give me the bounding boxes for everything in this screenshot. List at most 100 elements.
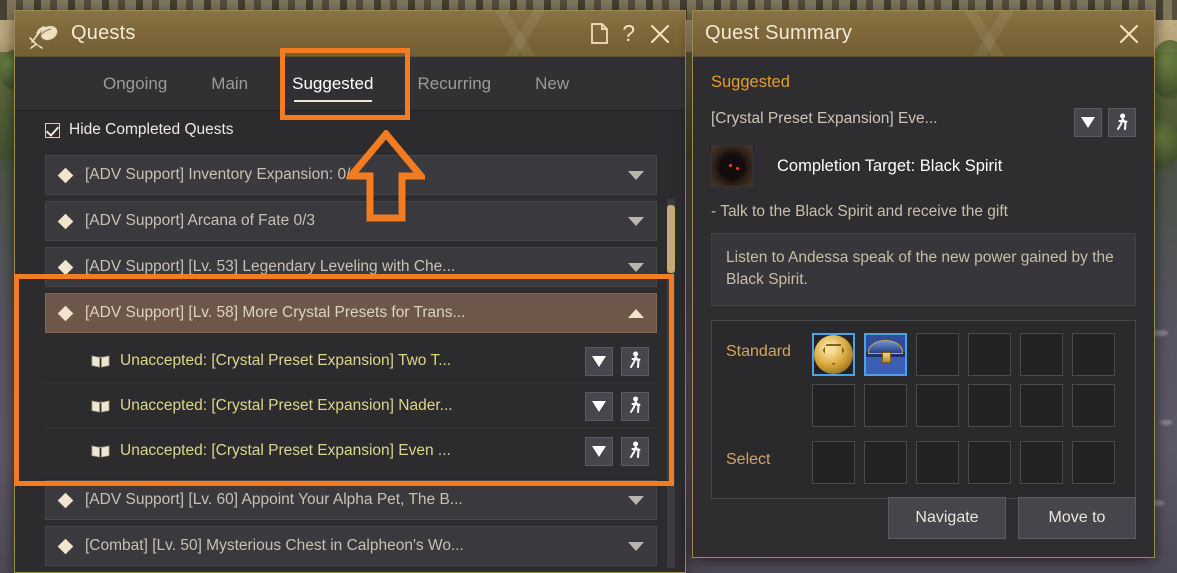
tab-new[interactable]: New — [513, 57, 591, 110]
tab-ongoing[interactable]: Ongoing — [81, 57, 189, 110]
book-icon — [91, 444, 110, 458]
book-icon — [91, 399, 110, 413]
move-to-quest-button[interactable] — [1108, 108, 1136, 137]
select-reward-row-1 — [812, 440, 1115, 484]
summary-quest-name: [Crystal Preset Expansion] Eve... — [711, 110, 938, 127]
chevron-down-icon[interactable] — [628, 541, 644, 551]
standard-rewards-group: Standard — [726, 332, 1121, 427]
tab-suggested[interactable]: Suggested — [270, 57, 395, 110]
walking-person-icon — [629, 441, 640, 458]
accept-quest-button[interactable] — [585, 436, 613, 466]
chevron-down-icon[interactable] — [628, 170, 644, 180]
quest-list: [ADV Support] Inventory Expansion: 0/3 [… — [15, 155, 685, 572]
summary-quest-actions — [1074, 108, 1136, 137]
quest-row[interactable]: [ADV Support] Inventory Expansion: 0/3 — [45, 155, 657, 195]
chevron-down-icon[interactable] — [628, 216, 644, 226]
chevron-up-icon[interactable] — [628, 308, 644, 318]
select-rewards-label: Select — [726, 450, 771, 468]
hide-completed-quests-toggle[interactable]: Hide Completed Quests — [15, 111, 685, 149]
sub-quest-row[interactable]: Unaccepted: [Crystal Preset Expansion] T… — [45, 339, 657, 384]
accept-quest-button[interactable] — [585, 391, 613, 421]
reward-slot-empty[interactable] — [968, 383, 1011, 427]
quests-tabs: Ongoing Main Suggested Recurring New — [15, 57, 685, 111]
reward-slot-empty[interactable] — [812, 383, 855, 427]
summary-titlebar: Quest Summary — [693, 11, 1154, 57]
quest-row-expanded[interactable]: [ADV Support] [Lv. 58] More Crystal Pres… — [45, 293, 657, 333]
quest-title: [Combat] [Lv. 50] Mysterious Chest in Ca… — [85, 537, 464, 554]
accept-quest-button[interactable] — [585, 346, 613, 376]
sub-quest-row[interactable]: Unaccepted: [Crystal Preset Expansion] E… — [45, 429, 657, 474]
quest-title: [ADV Support] Inventory Expansion: 0/3 — [85, 166, 359, 183]
quest-diamond-icon — [57, 259, 74, 275]
close-icon[interactable] — [1118, 23, 1140, 45]
quests-window: Quests ? Ongoing Main Suggested Recurrin… — [14, 10, 686, 573]
reward-slot-empty[interactable] — [1020, 383, 1063, 427]
help-icon[interactable]: ? — [622, 22, 635, 45]
accept-quest-button[interactable] — [1074, 108, 1102, 137]
close-icon[interactable] — [649, 23, 671, 45]
standard-reward-slots — [812, 332, 1115, 427]
move-to-button[interactable]: Move to — [1018, 497, 1136, 539]
reward-slot-empty[interactable] — [812, 440, 855, 484]
quests-titlebar-actions: ? — [591, 22, 671, 45]
summary-body: Suggested [Crystal Preset Expansion] Eve… — [693, 57, 1154, 557]
walking-person-icon — [629, 351, 640, 368]
quest-diamond-icon — [57, 213, 74, 229]
reward-slot-treasure-chest[interactable] — [864, 332, 907, 376]
rewards-divider — [726, 427, 1121, 441]
reward-slot-empty[interactable] — [864, 383, 907, 427]
page-icon[interactable] — [591, 23, 609, 44]
gold-coin-icon — [814, 334, 853, 374]
quest-objective: - Talk to the Black Spirit and receive t… — [711, 203, 1008, 220]
chevron-down-icon[interactable] — [628, 495, 644, 505]
sub-quest-title: Unaccepted: [Crystal Preset Expansion] E… — [120, 442, 451, 459]
walking-person-icon — [1116, 113, 1127, 130]
reward-slot-empty[interactable] — [864, 440, 907, 484]
tab-recurring[interactable]: Recurring — [395, 57, 513, 110]
reward-slot-empty[interactable] — [916, 383, 959, 427]
walking-person-icon — [629, 396, 640, 413]
chevron-down-icon[interactable] — [628, 262, 644, 272]
quest-diamond-icon — [57, 167, 74, 183]
move-to-quest-button[interactable] — [621, 391, 649, 421]
quest-diamond-icon — [57, 538, 74, 554]
navigate-button[interactable]: Navigate — [888, 497, 1006, 539]
reward-slot-empty[interactable] — [1072, 440, 1115, 484]
quest-row[interactable]: [ADV Support] [Lv. 60] Appoint Your Alph… — [45, 480, 657, 520]
select-reward-slots — [812, 440, 1115, 484]
reward-slot-empty[interactable] — [968, 332, 1011, 376]
reward-slot-gold-coin[interactable] — [812, 332, 855, 376]
summary-footer: Navigate Move to — [693, 491, 1154, 557]
quest-title: [ADV Support] [Lv. 60] Appoint Your Alph… — [85, 491, 463, 508]
reward-slot-empty[interactable] — [1072, 332, 1115, 376]
treasure-chest-icon — [866, 334, 905, 374]
sub-quest-row[interactable]: Unaccepted: [Crystal Preset Expansion] N… — [45, 384, 657, 429]
reward-slot-empty[interactable] — [1020, 440, 1063, 484]
reward-slot-empty[interactable] — [1020, 332, 1063, 376]
quest-row[interactable]: [ADV Support] [Lv. 53] Legendary Levelin… — [45, 247, 657, 287]
quest-title: [ADV Support] [Lv. 53] Legendary Levelin… — [85, 258, 456, 275]
chevron-down-icon — [592, 355, 606, 367]
summary-title: Quest Summary — [705, 22, 853, 44]
quest-title: [ADV Support] Arcana of Fate 0/3 — [85, 212, 316, 229]
move-to-quest-button[interactable] — [621, 346, 649, 376]
summary-titlebar-actions — [1118, 23, 1140, 45]
quests-list-area: Hide Completed Quests [ADV Support] Inve… — [15, 111, 685, 572]
reward-slot-empty[interactable] — [916, 332, 959, 376]
reward-slot-empty[interactable] — [1072, 383, 1115, 427]
tab-main[interactable]: Main — [189, 57, 270, 110]
hide-completed-label: Hide Completed Quests — [69, 121, 234, 138]
move-to-quest-button[interactable] — [621, 436, 649, 466]
hide-completed-checkbox[interactable] — [45, 122, 60, 138]
quest-list-scrollbar[interactable] — [667, 199, 675, 568]
quest-diamond-icon — [57, 305, 74, 321]
quest-row[interactable]: [ADV Support] Arcana of Fate 0/3 — [45, 201, 657, 241]
reward-slot-empty[interactable] — [916, 440, 959, 484]
completion-target-row: Completion Target: Black Spirit — [711, 145, 1136, 187]
quest-list-scrollbar-thumb[interactable] — [667, 205, 675, 273]
quest-row[interactable]: [Combat] [Lv. 50] Mysterious Chest in Ca… — [45, 526, 657, 566]
black-spirit-portrait — [711, 145, 753, 187]
quest-description: Listen to Andessa speak of the new power… — [711, 233, 1136, 306]
reward-slot-empty[interactable] — [968, 440, 1011, 484]
completion-target-label: Completion Target: Black Spirit — [777, 156, 1003, 175]
